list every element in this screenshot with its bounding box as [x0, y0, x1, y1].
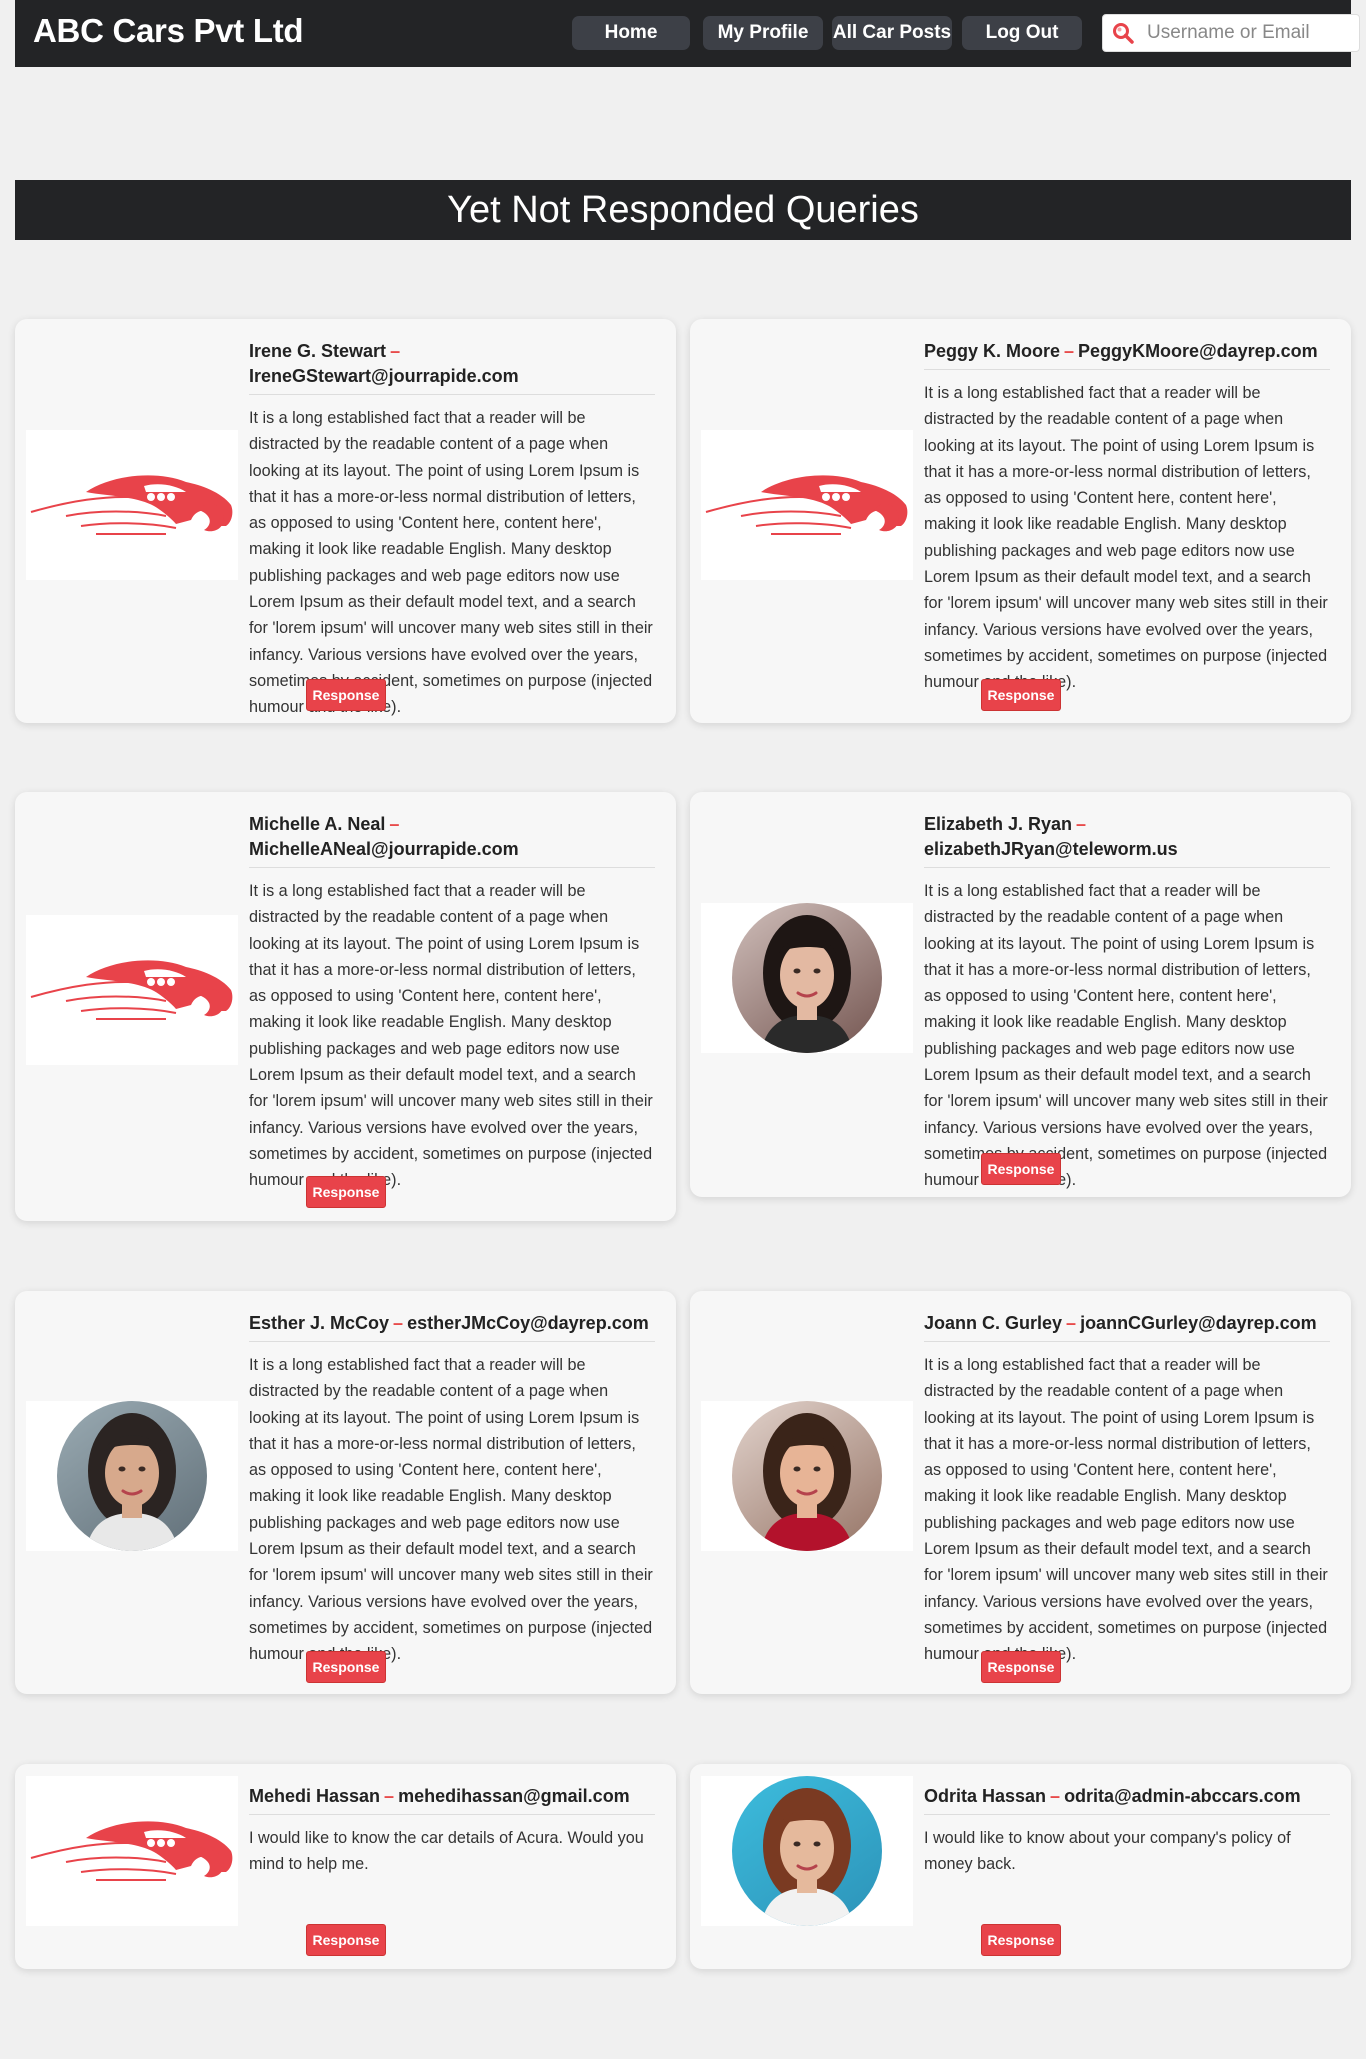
user-avatar-photo — [701, 1776, 913, 1926]
query-card: Esther J. McCoy – estherJMcCoy@dayrep.com I… — [15, 1291, 676, 1694]
top-navbar: ABC Cars Pvt Ltd Home My Profile All Car… — [15, 0, 1360, 67]
car-logo-image — [26, 915, 238, 1065]
query-sender-name: Elizabeth J. Ryan — [924, 814, 1073, 834]
query-message: It is a long established fact that a rea… — [249, 882, 653, 1190]
query-header: Elizabeth J. Ryan – elizabethJRyan@telewor… — [924, 812, 1330, 868]
separator-dash: – — [384, 1786, 395, 1806]
brand-logo-text[interactable]: ABC Cars Pvt Ltd — [33, 12, 304, 50]
query-header: Irene G. Stewart – IreneGStewart@jourrapid… — [249, 339, 655, 395]
separator-dash: – — [1076, 814, 1087, 834]
query-message: I would like to know the car details of … — [249, 1829, 644, 1874]
query-content: Michelle A. Neal – MichelleANeal@jourrapid… — [249, 812, 655, 1194]
query-card: Odrita Hassan – odrita@admin-abccars.com I … — [690, 1764, 1351, 1969]
car-logo-image — [701, 430, 913, 580]
query-header: Joann C. Gurley – joannCGurley@dayrep.com — [924, 1311, 1330, 1342]
query-sender-email: PeggyKMoore@dayrep.com — [1078, 341, 1318, 361]
separator-dash: – — [389, 814, 400, 834]
query-header: Michelle A. Neal – MichelleANeal@jourrapid… — [249, 812, 655, 868]
nav-home-button[interactable]: Home — [572, 16, 690, 50]
query-message: It is a long established fact that a rea… — [924, 384, 1328, 692]
query-message: It is a long established fact that a rea… — [924, 1356, 1328, 1664]
query-message: It is a long established fact that a rea… — [249, 1356, 653, 1664]
query-sender-email: IreneGStewart@jourrapide.com — [249, 366, 519, 386]
query-content: Elizabeth J. Ryan – elizabethJRyan@telewor… — [924, 812, 1330, 1194]
query-message: It is a long established fact that a rea… — [249, 409, 653, 717]
query-content: Joann C. Gurley – joannCGurley@dayrep.com I… — [924, 1311, 1330, 1668]
user-avatar-photo — [701, 1401, 913, 1551]
query-sender-email: estherJMcCoy@dayrep.com — [407, 1313, 649, 1333]
separator-dash: – — [1064, 341, 1075, 361]
nav-log-out-button[interactable]: Log Out — [962, 16, 1082, 50]
query-sender-name: Peggy K. Moore — [924, 341, 1061, 361]
query-sender-name: Irene G. Stewart — [249, 341, 387, 361]
response-button[interactable]: Response — [306, 1651, 386, 1683]
query-content: Odrita Hassan – odrita@admin-abccars.com I … — [924, 1784, 1330, 1878]
query-message: It is a long established fact that a rea… — [924, 882, 1328, 1190]
search-box — [1102, 14, 1360, 52]
response-button[interactable]: Response — [306, 1176, 386, 1208]
query-header: Odrita Hassan – odrita@admin-abccars.com — [924, 1784, 1330, 1815]
query-card: Michelle A. Neal – MichelleANeal@jourrapid… — [15, 792, 676, 1221]
separator-dash: – — [393, 1313, 404, 1333]
query-card: Irene G. Stewart – IreneGStewart@jourrapid… — [15, 319, 676, 723]
query-sender-email: odrita@admin-abccars.com — [1064, 1786, 1301, 1806]
query-content: Irene G. Stewart – IreneGStewart@jourrapid… — [249, 339, 655, 721]
query-content: Mehedi Hassan – mehedihassan@gmail.com I wo… — [249, 1784, 655, 1878]
response-button[interactable]: Response — [306, 679, 386, 711]
response-button[interactable]: Response — [981, 679, 1061, 711]
nav-my-profile-button[interactable]: My Profile — [703, 16, 823, 50]
separator-dash: – — [1050, 1786, 1061, 1806]
user-avatar-photo — [701, 903, 913, 1053]
query-sender-name: Esther J. McCoy — [249, 1313, 390, 1333]
query-sender-name: Mehedi Hassan — [249, 1786, 381, 1806]
response-button[interactable]: Response — [306, 1924, 386, 1956]
query-sender-email: elizabethJRyan@teleworm.us — [924, 839, 1178, 859]
separator-dash: – — [390, 341, 401, 361]
query-header: Peggy K. Moore – PeggyKMoore@dayrep.com — [924, 339, 1330, 370]
search-icon[interactable] — [1109, 14, 1137, 52]
query-header: Esther J. McCoy – estherJMcCoy@dayrep.com — [249, 1311, 655, 1342]
query-card: Elizabeth J. Ryan – elizabethJRyan@telewor… — [690, 792, 1351, 1197]
query-header: Mehedi Hassan – mehedihassan@gmail.com — [249, 1784, 655, 1815]
query-sender-email: joannCGurley@dayrep.com — [1080, 1313, 1317, 1333]
search-input[interactable] — [1147, 22, 1357, 44]
response-button[interactable]: Response — [981, 1924, 1061, 1956]
query-content: Esther J. McCoy – estherJMcCoy@dayrep.com I… — [249, 1311, 655, 1668]
response-button[interactable]: Response — [981, 1153, 1061, 1185]
query-card: Peggy K. Moore – PeggyKMoore@dayrep.com It … — [690, 319, 1351, 723]
query-sender-name: Michelle A. Neal — [249, 814, 386, 834]
car-logo-image — [26, 1776, 238, 1926]
query-sender-name: Odrita Hassan — [924, 1786, 1047, 1806]
query-card: Joann C. Gurley – joannCGurley@dayrep.com I… — [690, 1291, 1351, 1694]
query-message: I would like to know about your company'… — [924, 1829, 1291, 1874]
page-title: Yet Not Responded Queries — [15, 180, 1351, 240]
user-avatar-photo — [26, 1401, 238, 1551]
query-card: Mehedi Hassan – mehedihassan@gmail.com I wo… — [15, 1764, 676, 1969]
response-button[interactable]: Response — [981, 1651, 1061, 1683]
query-content: Peggy K. Moore – PeggyKMoore@dayrep.com It … — [924, 339, 1330, 696]
query-sender-email: mehedihassan@gmail.com — [398, 1786, 630, 1806]
separator-dash: – — [1066, 1313, 1077, 1333]
car-logo-image — [26, 430, 238, 580]
query-sender-name: Joann C. Gurley — [924, 1313, 1063, 1333]
nav-all-car-posts-button[interactable]: All Car Posts — [832, 16, 952, 50]
query-sender-email: MichelleANeal@jourrapide.com — [249, 839, 519, 859]
